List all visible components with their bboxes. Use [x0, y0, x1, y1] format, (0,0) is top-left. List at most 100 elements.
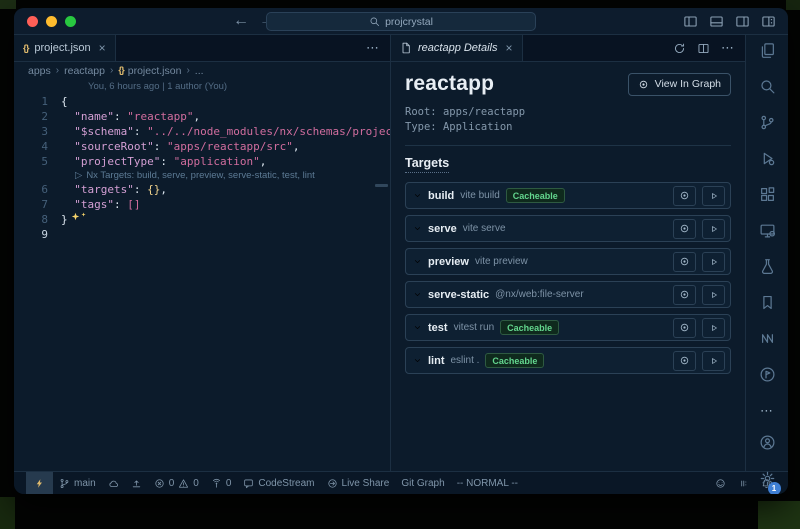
code-line[interactable]: 9 — [14, 227, 390, 242]
status-feedback[interactable] — [709, 478, 732, 489]
activity-item-bookmarks[interactable] — [759, 294, 776, 316]
target-command: vitest run — [454, 322, 495, 333]
nx-targets-codelens[interactable]: ▷Nx Targets: build, serve, preview, serv… — [75, 169, 390, 182]
view-target-graph-button[interactable] — [673, 318, 696, 338]
activity-item-more[interactable]: ⋯ — [760, 402, 774, 420]
back-icon[interactable]: ← — [233, 12, 249, 30]
scrollbar-thumb[interactable] — [375, 184, 388, 187]
status-git-branch[interactable]: main — [53, 472, 102, 494]
run-target-button[interactable] — [702, 219, 725, 239]
close-window-button[interactable] — [27, 16, 38, 27]
code-line[interactable]: 2 "name": "reactapp", — [14, 109, 390, 124]
tab-reactapp-details[interactable]: reactapp Details × — [391, 35, 523, 61]
right-tab-actions: ⋯ — [673, 35, 745, 61]
smiley-icon — [715, 478, 726, 489]
activity-item-run-debug[interactable] — [759, 150, 776, 172]
tab-label: reactapp Details — [418, 42, 498, 54]
target-row-serve[interactable]: servevite serve — [405, 215, 731, 242]
target-row-build[interactable]: buildvite buildCacheable — [405, 182, 731, 209]
publish-icon — [131, 478, 142, 489]
target-row-lint[interactable]: linteslint .Cacheable — [405, 347, 731, 374]
code-line[interactable]: 6 "targets": {}, — [14, 182, 390, 197]
more-actions-icon[interactable]: ⋯ — [366, 40, 380, 56]
run-target-button[interactable] — [702, 186, 725, 206]
view-target-graph-button[interactable] — [673, 285, 696, 305]
chevron-down-icon[interactable] — [413, 191, 422, 200]
activity-item-settings-gear[interactable]: 1 — [759, 470, 776, 492]
customize-layout-icon[interactable] — [761, 14, 776, 29]
chevron-down-icon[interactable] — [413, 356, 422, 365]
toggle-primary-sidebar-icon[interactable] — [683, 14, 698, 29]
minimize-window-button[interactable] — [46, 16, 57, 27]
status-ports[interactable]: 0 — [205, 472, 238, 494]
activity-item-flag-circle[interactable] — [759, 366, 776, 388]
refresh-icon[interactable] — [673, 42, 686, 55]
view-target-graph-button[interactable] — [673, 186, 696, 206]
chevron-down-icon[interactable] — [413, 224, 422, 233]
run-target-button[interactable] — [702, 252, 725, 272]
run-debug-icon — [759, 150, 776, 167]
code-token: "targets" — [74, 183, 134, 196]
testing-icon — [759, 258, 776, 275]
tab-project-json[interactable]: {} project.json × — [14, 35, 116, 61]
split-editor-icon[interactable] — [697, 42, 710, 55]
run-target-button[interactable] — [702, 351, 725, 371]
activity-item-accounts[interactable] — [759, 434, 776, 456]
chevron-down-icon[interactable] — [413, 257, 422, 266]
status-vim-mode[interactable]: -- NORMAL -- — [451, 472, 524, 494]
code-token: "../../node_modules/nx/schemas/project-s — [147, 125, 390, 138]
activity-item-remote-explorer[interactable] — [759, 222, 776, 244]
status-publish[interactable] — [125, 472, 148, 494]
zoom-window-button[interactable] — [65, 16, 76, 27]
target-row-serve-static[interactable]: serve-static@nx/web:file-server — [405, 281, 731, 308]
accounts-icon — [759, 434, 776, 451]
status-live-share[interactable]: Live Share — [321, 472, 396, 494]
more-actions-icon[interactable]: ⋯ — [721, 40, 735, 56]
chevron-down-icon[interactable] — [413, 290, 422, 299]
title-bar[interactable]: ← → projcrystal — [14, 8, 788, 35]
run-target-button[interactable] — [702, 318, 725, 338]
status-remote-indicator[interactable] — [26, 472, 53, 494]
status-git-graph[interactable]: Git Graph — [395, 472, 450, 494]
view-target-graph-button[interactable] — [673, 219, 696, 239]
breadcrumb-item-apps[interactable]: apps — [28, 65, 51, 77]
view-target-graph-button[interactable] — [673, 351, 696, 371]
right-editor-group: reactapp Details × ⋯ reactapp View In Gr… — [391, 35, 745, 471]
activity-item-extensions[interactable] — [759, 186, 776, 208]
view-in-graph-button[interactable]: View In Graph — [628, 73, 731, 96]
activity-item-nx-console[interactable] — [759, 330, 776, 352]
activity-item-source-control[interactable] — [759, 114, 776, 136]
toggle-secondary-sidebar-icon[interactable] — [735, 14, 750, 29]
code-editor[interactable]: You, 6 hours ago | 1 author (You) 1{2 "n… — [14, 79, 390, 471]
activity-item-search[interactable] — [759, 78, 776, 100]
breadcrumb-separator: › — [56, 65, 59, 76]
code-line[interactable]: 5 "projectType": "application", — [14, 154, 390, 169]
command-center-search[interactable]: projcrystal — [266, 12, 536, 31]
activity-item-testing[interactable] — [759, 258, 776, 280]
code-line[interactable]: 8} — [14, 212, 390, 227]
status-codestream[interactable]: CodeStream — [237, 472, 320, 494]
code-line[interactable]: 1{ — [14, 94, 390, 109]
source-control-icon — [759, 114, 776, 131]
activity-item-explorer[interactable] — [759, 42, 776, 64]
breadcrumb-label: apps — [28, 65, 51, 77]
breadcrumb-item-projectjson[interactable]: {}project.json — [118, 65, 181, 77]
breadcrumb-item-reactapp[interactable]: reactapp — [64, 65, 105, 77]
toggle-panel-icon[interactable] — [709, 14, 724, 29]
remote-explorer-icon — [759, 222, 776, 239]
status-problems[interactable]: 00 — [148, 472, 205, 494]
code-line[interactable]: 3 "$schema": "../../node_modules/nx/sche… — [14, 124, 390, 139]
target-row-preview[interactable]: previewvite preview — [405, 248, 731, 275]
code-line[interactable]: 7 "tags": [] — [14, 197, 390, 212]
code-line[interactable]: 4 "sourceRoot": "apps/reactapp/src", — [14, 139, 390, 154]
target-row-test[interactable]: testvitest runCacheable — [405, 314, 731, 341]
breadcrumb-item-[interactable]: ... — [195, 65, 204, 77]
code-token: "name" — [74, 110, 114, 123]
status-editor-indicator[interactable] — [732, 478, 755, 489]
view-target-graph-button[interactable] — [673, 252, 696, 272]
close-tab-icon[interactable]: × — [99, 42, 106, 54]
chevron-down-icon[interactable] — [413, 323, 422, 332]
run-target-button[interactable] — [702, 285, 725, 305]
close-tab-icon[interactable]: × — [506, 42, 513, 54]
status-gitlens-sync[interactable] — [102, 472, 125, 494]
